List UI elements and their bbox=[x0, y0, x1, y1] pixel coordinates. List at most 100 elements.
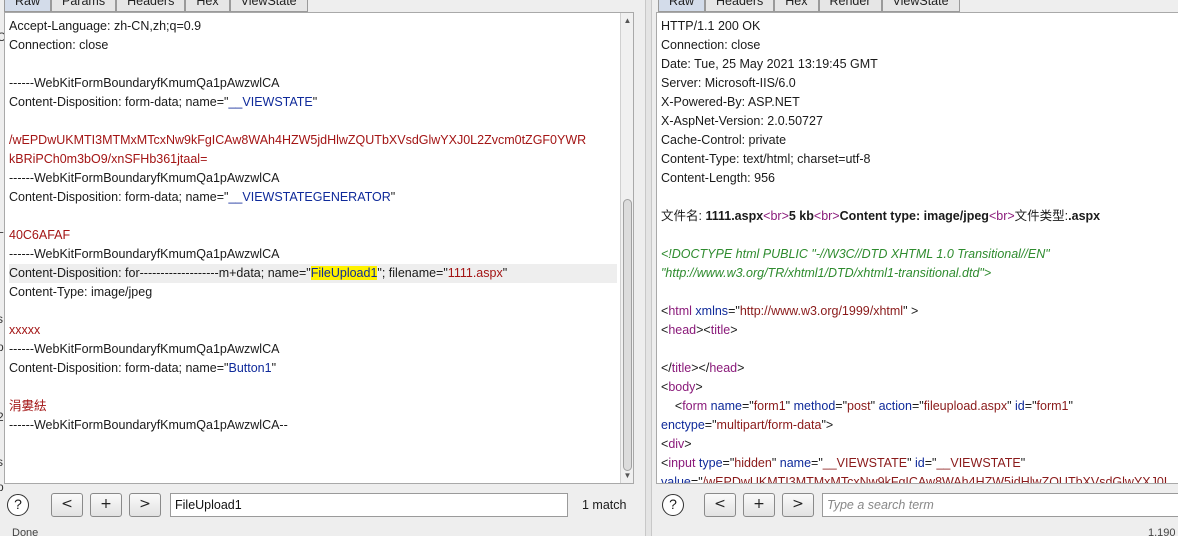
tab-viewstate[interactable]: ViewState bbox=[229, 0, 308, 12]
match-count: 1 match bbox=[582, 498, 627, 512]
text-segment: title bbox=[710, 323, 731, 337]
text-line bbox=[661, 226, 1178, 245]
response-search-input[interactable] bbox=[822, 493, 1178, 517]
text-line: <body> bbox=[661, 378, 1178, 397]
text-segment: type bbox=[695, 456, 723, 470]
text-segment: FileUpload1 bbox=[310, 266, 378, 280]
text-line: ------WebKitFormBoundaryfKmumQa1pAwzwlCA bbox=[9, 245, 617, 264]
scroll-down-arrow-icon[interactable]: ▼ bbox=[622, 470, 633, 481]
text-segment: Date: Tue, 25 May 2021 13:19:45 GMT bbox=[661, 57, 878, 71]
search-add-button[interactable]: + bbox=[90, 493, 122, 517]
text-segment: < bbox=[661, 399, 683, 413]
text-line: Content-Disposition: for----------------… bbox=[9, 264, 617, 283]
text-line: Content-Length: 956 bbox=[661, 169, 1178, 188]
text-segment: " bbox=[1068, 399, 1073, 413]
text-segment: __VIEWSTATEGENERATOR bbox=[228, 190, 391, 204]
request-lines: Accept-Language: zh-CN,zh;q=0.9 Connectio… bbox=[9, 17, 617, 435]
text-segment: "; filename=" bbox=[377, 266, 448, 280]
text-line: ------WebKitFormBoundaryfKmumQa1pAwzwlCA bbox=[9, 340, 617, 359]
text-segment: http://www.w3.org/1999/xhtml bbox=[739, 304, 904, 318]
text-line: Content-Disposition: form-data; name="__… bbox=[9, 93, 617, 112]
text-segment: =" bbox=[728, 304, 740, 318]
help-icon[interactable]: ? bbox=[7, 494, 29, 516]
tab-params[interactable]: Params bbox=[51, 0, 117, 12]
tab-headers[interactable]: Headers bbox=[116, 0, 186, 12]
scroll-thumb[interactable] bbox=[623, 199, 632, 471]
text-segment: hidden bbox=[734, 456, 772, 470]
text-segment: 40C6AFAF bbox=[9, 228, 71, 242]
text-segment: " > bbox=[903, 304, 919, 318]
text-segment: " bbox=[771, 456, 780, 470]
help-icon[interactable]: ? bbox=[662, 494, 684, 516]
text-segment: /wEPDwUKMTI3MTMxMTcxNw9kFgICAw8WAh4HZW5j… bbox=[702, 475, 1171, 484]
tab-render[interactable]: Render bbox=[818, 0, 882, 12]
search-previous-button[interactable]: < bbox=[704, 493, 736, 517]
text-segment: 1111.aspx bbox=[705, 209, 764, 223]
search-previous-button[interactable]: < bbox=[51, 493, 83, 517]
panel-splitter[interactable] bbox=[645, 0, 652, 536]
text-line: value="/wEPDwUKMTI3MTMxMTcxNw9kFgICAw8WA… bbox=[661, 473, 1178, 484]
text-line: enctype="multipart/form-data"> bbox=[661, 416, 1178, 435]
tab-headers[interactable]: Headers bbox=[705, 0, 775, 12]
tab-hex[interactable]: Hex bbox=[185, 0, 230, 12]
text-segment: > bbox=[684, 437, 692, 451]
text-segment: =" bbox=[722, 456, 735, 470]
text-segment: " bbox=[1007, 399, 1016, 413]
tab-viewstate[interactable]: ViewState bbox=[881, 0, 960, 12]
response-text-area[interactable]: HTTP/1.1 200 OK Connection: close Date: Tu… bbox=[656, 12, 1178, 484]
text-line: xxxxx bbox=[9, 321, 617, 340]
search-next-button[interactable]: > bbox=[129, 493, 161, 517]
scroll-up-arrow-icon[interactable]: ▲ bbox=[622, 15, 633, 26]
text-line: <head><title> bbox=[661, 321, 1178, 340]
status-text: Done bbox=[12, 527, 39, 536]
text-segment: xmlns bbox=[691, 304, 729, 318]
request-scrollbar[interactable]: ▲ ▼ bbox=[620, 13, 633, 483]
text-segment: " bbox=[502, 266, 508, 280]
text-segment: Content-Type: image/jpeg bbox=[9, 285, 153, 299]
text-segment: =" bbox=[741, 399, 754, 413]
text-segment: Content-Length: 956 bbox=[661, 171, 775, 185]
text-line: Server: Microsoft-IIS/6.0 bbox=[661, 74, 1178, 93]
text-segment: name bbox=[707, 399, 742, 413]
response-panel: Raw Headers Hex Render ViewState HTTP/1.1 20… bbox=[652, 0, 1178, 536]
tab-raw[interactable]: Raw bbox=[4, 0, 52, 12]
text-line: 文件名: 1111.aspx<br>5 kb<br>Content type: … bbox=[661, 207, 1178, 226]
text-segment: " bbox=[907, 456, 915, 470]
request-tabs: Raw Params Headers Hex ViewState bbox=[4, 0, 308, 12]
text-segment: div bbox=[668, 437, 685, 451]
text-segment: ------WebKitFormBoundaryfKmumQa1pAwzwlCA bbox=[9, 342, 280, 356]
text-segment: Connection: close bbox=[9, 38, 109, 52]
text-segment: 涓婁紶 bbox=[9, 399, 47, 413]
text-line: Connection: close bbox=[661, 36, 1178, 55]
request-search-input[interactable] bbox=[170, 493, 568, 517]
text-segment: post bbox=[847, 399, 871, 413]
text-segment: form1 bbox=[1036, 399, 1069, 413]
text-segment: fileupload.aspx bbox=[923, 399, 1008, 413]
tab-raw[interactable]: Raw bbox=[658, 0, 706, 12]
text-line: Content-Disposition: form-data; name="Bu… bbox=[9, 359, 617, 378]
text-segment: =" bbox=[690, 475, 703, 484]
text-segment: Content type: image/jpeg bbox=[839, 209, 989, 223]
text-line: Cache-Control: private bbox=[661, 131, 1178, 150]
text-line bbox=[9, 378, 617, 397]
search-next-button[interactable]: > bbox=[782, 493, 814, 517]
text-segment: " bbox=[312, 95, 318, 109]
text-segment: <!DOCTYPE html PUBLIC "-//W3C//DTD XHTML… bbox=[661, 247, 1050, 261]
text-segment: X-Powered-By: ASP.NET bbox=[661, 95, 800, 109]
text-segment: Content-Disposition: form-data; name=" bbox=[9, 190, 229, 204]
text-segment: Content-Disposition: form-data; name=" bbox=[9, 361, 229, 375]
text-segment: " bbox=[390, 190, 396, 204]
text-segment: Content-Type: text/html; charset=utf-8 bbox=[661, 152, 871, 166]
text-line: ------WebKitFormBoundaryfKmumQa1pAwzwlCA bbox=[9, 74, 617, 93]
text-segment: 5 kb bbox=[788, 209, 814, 223]
text-segment: __VIEWSTATE bbox=[228, 95, 313, 109]
request-text-area[interactable]: Accept-Language: zh-CN,zh;q=0.9 Connectio… bbox=[4, 12, 634, 484]
search-add-button[interactable]: + bbox=[743, 493, 775, 517]
text-line: <!DOCTYPE html PUBLIC "-//W3C//DTD XHTML… bbox=[661, 245, 1178, 264]
text-line: 40C6AFAF bbox=[9, 226, 617, 245]
text-segment: multipart/form-data bbox=[716, 418, 822, 432]
text-segment: Content-Disposition: for----------------… bbox=[9, 266, 311, 280]
tab-hex[interactable]: Hex bbox=[774, 0, 819, 12]
text-segment: ></ bbox=[691, 361, 710, 375]
text-segment: id bbox=[1015, 399, 1025, 413]
